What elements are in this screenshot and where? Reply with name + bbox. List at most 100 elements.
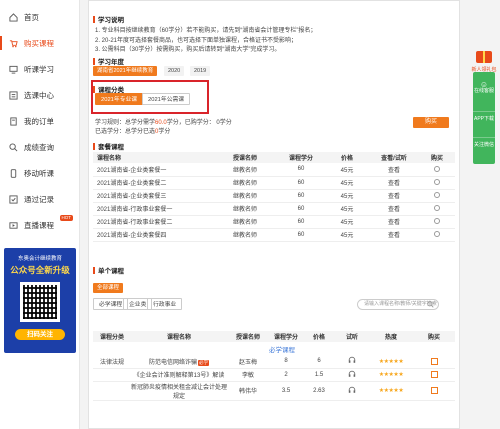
search-icon [8, 142, 18, 152]
select-radio[interactable] [434, 218, 440, 225]
all-courses-tab[interactable]: 全部课程 [93, 283, 124, 293]
home-icon [8, 12, 18, 22]
sidebar-item-label: 移动听课 [24, 168, 54, 178]
follow-wechat-button[interactable]: 关注微信 [473, 138, 495, 164]
online-service-button[interactable]: ☺ 在线客服 [473, 72, 495, 112]
teacher-cell: 继教名师 [213, 176, 277, 190]
col-header: 课程分类 [93, 331, 131, 342]
price-cell: 45元 [325, 163, 369, 177]
courses-icon [8, 90, 18, 100]
package-name: 2021湖南省-行政事业套餐二 [93, 215, 213, 229]
promo-title: 东奥会计继续教育 [17, 256, 62, 262]
credit-cell: 60 [277, 228, 325, 242]
year-option-2019[interactable]: 2019 [190, 66, 211, 76]
select-radio[interactable] [434, 179, 440, 186]
gift-icon: 新人领礼包 [471, 51, 497, 73]
sidebar-item-6[interactable]: 移动听课 [0, 162, 79, 184]
sidebar-item-7[interactable]: 通过记录 [0, 188, 79, 210]
sidebar-item-3[interactable]: 选课中心 [0, 84, 79, 106]
right-float-panel: ☺ 在线客服 APP下载 关注微信 [473, 72, 495, 164]
teacher-cell: 继教名师 [213, 202, 277, 216]
package-name: 2021湖南省-企业类套餐三 [93, 189, 213, 203]
price-cell: 2.63 [303, 381, 335, 401]
select-radio[interactable] [434, 165, 440, 172]
monitor-icon [8, 64, 18, 74]
study-info-title: 学习说明 [93, 14, 124, 24]
year-option-2020[interactable]: 2020 [164, 66, 185, 76]
price-cell: 45元 [325, 176, 369, 190]
headphone-icon[interactable] [348, 386, 356, 394]
buy-button[interactable]: 购买 [413, 117, 449, 128]
record-icon [8, 194, 18, 204]
sidebar-item-1[interactable]: 购买课程 [0, 32, 79, 54]
sidebar-item-0[interactable]: 首页 [0, 6, 79, 28]
main-panel: 学习说明 1. 专业科目按继续教育（60学分）若不能购买，请先到“湖南省会计管理… [88, 0, 460, 429]
wechat-promo-banner[interactable]: 东奥会计继续教育 公众号全新升级 扫码关注 [4, 248, 76, 353]
select-radio[interactable] [434, 192, 440, 199]
select-radio[interactable] [434, 231, 440, 238]
required-tag: 必学 [198, 359, 209, 366]
credit-selected-text: 已选学分：总学分已选0学分 [95, 129, 171, 135]
course-name-cell[interactable]: 《企业会计准则解释第13号》解读 [131, 368, 227, 382]
qr-code-image [20, 282, 60, 322]
filter-administrative[interactable]: 行政事业 [147, 298, 183, 310]
sidebar-item-8[interactable]: 直播课程 HOT [0, 214, 79, 236]
buy-checkbox[interactable] [430, 370, 438, 378]
col-header: 授课名师 [227, 331, 269, 342]
group-label: 必学课程 [269, 346, 295, 354]
sidebar-item-5[interactable]: 成绩查询 [0, 136, 79, 158]
single-section-title: 单个课程 [93, 265, 124, 275]
new-user-gift-badge[interactable]: 新人领礼包 [469, 48, 499, 74]
view-link[interactable]: 查看 [369, 163, 419, 177]
sidebar-item-label: 首页 [24, 12, 39, 22]
course-search-input[interactable]: 请输入课程名称/教师/关键字搜索 [357, 299, 439, 310]
teacher-cell: 韩伟华 [227, 381, 269, 401]
headphone-icon[interactable] [348, 370, 356, 378]
headphone-icon[interactable] [348, 356, 356, 364]
table-row: 2021湖南省-企业类套餐四 继教名师 60 45元 查看 [93, 228, 455, 242]
credit-cell: 60 [277, 189, 325, 203]
col-header: 查看/试听 [369, 152, 419, 163]
course-name: 防范电信网络诈骗 [148, 359, 197, 366]
view-link[interactable]: 查看 [369, 176, 419, 190]
course-name-cell[interactable]: 新冠肺炎疫情相关租金减让会计处理规定 [131, 381, 227, 401]
col-header: 课程学分 [269, 331, 303, 342]
teacher-cell: 继教名师 [213, 163, 277, 177]
view-link[interactable]: 查看 [369, 228, 419, 242]
price-cell: 45元 [325, 228, 369, 242]
credit-cell: 60 [277, 202, 325, 216]
year-option-2021[interactable]: 湖南省2021年继续教育 [93, 66, 158, 76]
package-table: 课程名称 授课名师 课程学分 价格 查看/试听 购买 2021湖南省-企业类套餐… [93, 152, 455, 242]
view-link[interactable]: 查看 [369, 215, 419, 229]
package-name: 2021湖南省-企业类套餐四 [93, 228, 213, 242]
select-radio[interactable] [434, 205, 440, 212]
category-professional[interactable]: 2021年专业课 [95, 93, 144, 105]
category-public[interactable]: 2021年公需课 [142, 93, 191, 105]
view-link[interactable]: 查看 [369, 202, 419, 216]
col-header: 购买 [413, 331, 455, 342]
single-course-table: 课程分类 课程名称 授课名师 课程学分 价格 试听 热度 购买 必学课程 法律法… [93, 331, 455, 401]
buy-checkbox[interactable] [430, 357, 438, 365]
order-icon [8, 116, 18, 126]
table-row: 2021湖南省-企业类套餐三 继教名师 60 45元 查看 [93, 189, 455, 203]
course-name-cell[interactable]: 防范电信网络诈骗 必学 [131, 355, 227, 369]
rating-stars: ★★★★★ [369, 355, 413, 369]
cart-icon [8, 38, 18, 48]
search-icon[interactable] [427, 301, 434, 308]
sidebar-item-4[interactable]: 我的订单 [0, 110, 79, 132]
view-link[interactable]: 查看 [369, 189, 419, 203]
note-line: 2. 20-21年度可选择套餐商品，也可选择下面单独课程，合格证书不受影响； [95, 37, 298, 44]
teacher-cell: 继教名师 [213, 228, 277, 242]
sidebar-item-2[interactable]: 听课学习 [0, 58, 79, 80]
app-download-button[interactable]: APP下载 [473, 112, 495, 138]
scan-follow-button[interactable]: 扫码关注 [15, 329, 65, 340]
online-service-label: 在线客服 [473, 88, 494, 94]
buy-checkbox[interactable] [430, 386, 438, 394]
col-header: 价格 [303, 331, 335, 342]
package-name: 2021湖南省-企业类套餐一 [93, 163, 213, 177]
credit-cell: 60 [277, 176, 325, 190]
sidebar-item-label: 通过记录 [24, 194, 54, 204]
year-section-title: 学习年度 [93, 56, 124, 66]
note-line: 3. 公需科目（30学分）按需购买，购买后请转到“湖南大学”完成学习。 [95, 47, 281, 53]
credit-cell: 2 [269, 368, 303, 382]
